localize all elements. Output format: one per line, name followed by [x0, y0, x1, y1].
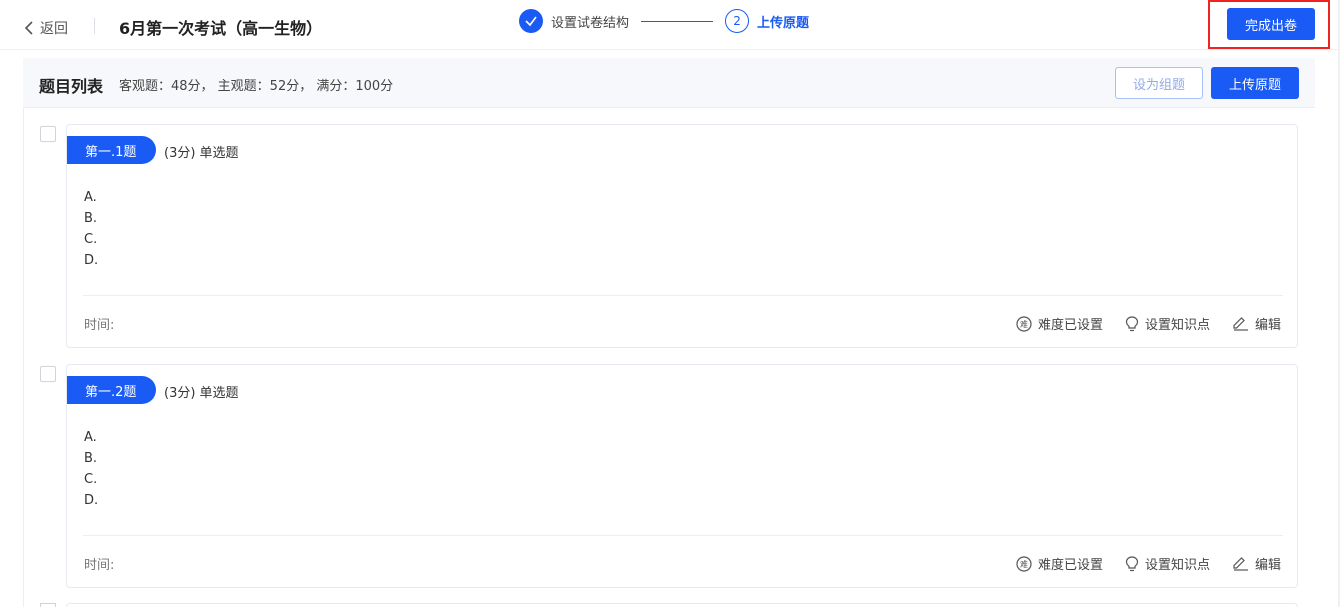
- header-divider: [94, 18, 95, 34]
- finish-highlight: 完成出卷: [1208, 0, 1330, 49]
- option-c: C.: [84, 232, 98, 247]
- question-2-options: A. B. C. D.: [84, 427, 98, 511]
- difficulty-set-label: 难度已设置: [1037, 558, 1103, 573]
- edit-icon: [1233, 557, 1248, 571]
- question-1-time: 时间:: [84, 318, 115, 333]
- score-summary: 客观题：48分， 主观题：52分， 满分：100分: [119, 79, 394, 94]
- option-c: C.: [84, 472, 98, 487]
- difficulty-icon: 难: [1016, 555, 1032, 572]
- question-card-1: 第一.1题 (3分) 单选题 A. B. C. D. 时间: 难 难度已设置 设…: [66, 124, 1298, 348]
- left-border: [23, 108, 24, 607]
- step-1-label[interactable]: 设置试卷结构: [551, 12, 629, 31]
- step-2-number: 2: [725, 9, 750, 33]
- question-2-time: 时间:: [84, 558, 115, 573]
- edit-icon: [1233, 317, 1248, 331]
- question-1-number-tag: 第一.1题: [67, 136, 156, 164]
- question-3-checkbox[interactable]: [40, 603, 56, 607]
- lightbulb-icon: [1125, 555, 1139, 571]
- question-list-title: 题目列表: [39, 77, 104, 96]
- question-1-options: A. B. C. D.: [84, 187, 98, 271]
- set-knowledge-label: 设置知识点: [1144, 558, 1210, 573]
- option-b: B.: [84, 211, 98, 226]
- edit-label: 编辑: [1254, 318, 1281, 333]
- question-2-meta: (3分) 单选题: [164, 386, 239, 401]
- difficulty-set-button[interactable]: 难 难度已设置: [1016, 314, 1103, 333]
- set-group-button[interactable]: 设为组题: [1115, 67, 1203, 99]
- step-indicator: 设置试卷结构 2 上传原题: [519, 8, 809, 34]
- option-a: A.: [84, 190, 97, 205]
- top-header: 返回 6月第一次考试（高一生物） 设置试卷结构 2 上传原题 完成出卷: [0, 0, 1340, 50]
- difficulty-set-button[interactable]: 难 难度已设置: [1016, 554, 1103, 573]
- check-icon: [519, 9, 543, 33]
- step-2-label[interactable]: 上传原题: [757, 12, 809, 31]
- option-d: D.: [84, 493, 99, 508]
- step-connector: [641, 20, 714, 22]
- finish-exam-button[interactable]: 完成出卷: [1227, 8, 1315, 40]
- question-2-checkbox[interactable]: [40, 366, 56, 382]
- edit-button[interactable]: 编辑: [1232, 554, 1281, 573]
- question-1-actions: 难 难度已设置 设置知识点 编辑: [994, 314, 1281, 333]
- back-button[interactable]: 返回: [24, 18, 68, 38]
- back-label: 返回: [40, 21, 68, 37]
- set-knowledge-button[interactable]: 设置知识点: [1125, 314, 1210, 333]
- question-1-meta: (3分) 单选题: [164, 146, 239, 161]
- difficulty-icon: 难: [1016, 315, 1032, 332]
- question-card-2: 第一.2题 (3分) 单选题 A. B. C. D. 时间: 难 难度已设置 设…: [66, 364, 1298, 588]
- svg-text:难: 难: [1020, 319, 1028, 329]
- difficulty-set-label: 难度已设置: [1037, 318, 1103, 333]
- upload-original-button[interactable]: 上传原题: [1211, 67, 1299, 99]
- card-divider: [83, 535, 1283, 536]
- question-list-toolbar: 题目列表 客观题：48分， 主观题：52分， 满分：100分 设为组题 上传原题: [23, 58, 1315, 108]
- question-2-number-tag: 第一.2题: [67, 376, 156, 404]
- lightbulb-icon: [1125, 315, 1139, 331]
- page-title: 6月第一次考试（高一生物）: [119, 19, 323, 38]
- question-2-actions: 难 难度已设置 设置知识点 编辑: [994, 554, 1281, 573]
- question-1-checkbox[interactable]: [40, 126, 56, 142]
- card-divider: [83, 295, 1283, 296]
- set-knowledge-label: 设置知识点: [1144, 318, 1210, 333]
- set-knowledge-button[interactable]: 设置知识点: [1125, 554, 1210, 573]
- option-b: B.: [84, 451, 98, 466]
- svg-text:难: 难: [1020, 559, 1028, 569]
- edit-label: 编辑: [1254, 558, 1281, 573]
- question-card-3: [66, 603, 1298, 607]
- option-d: D.: [84, 253, 99, 268]
- chevron-left-icon: [24, 21, 33, 35]
- edit-button[interactable]: 编辑: [1232, 314, 1281, 333]
- option-a: A.: [84, 430, 97, 445]
